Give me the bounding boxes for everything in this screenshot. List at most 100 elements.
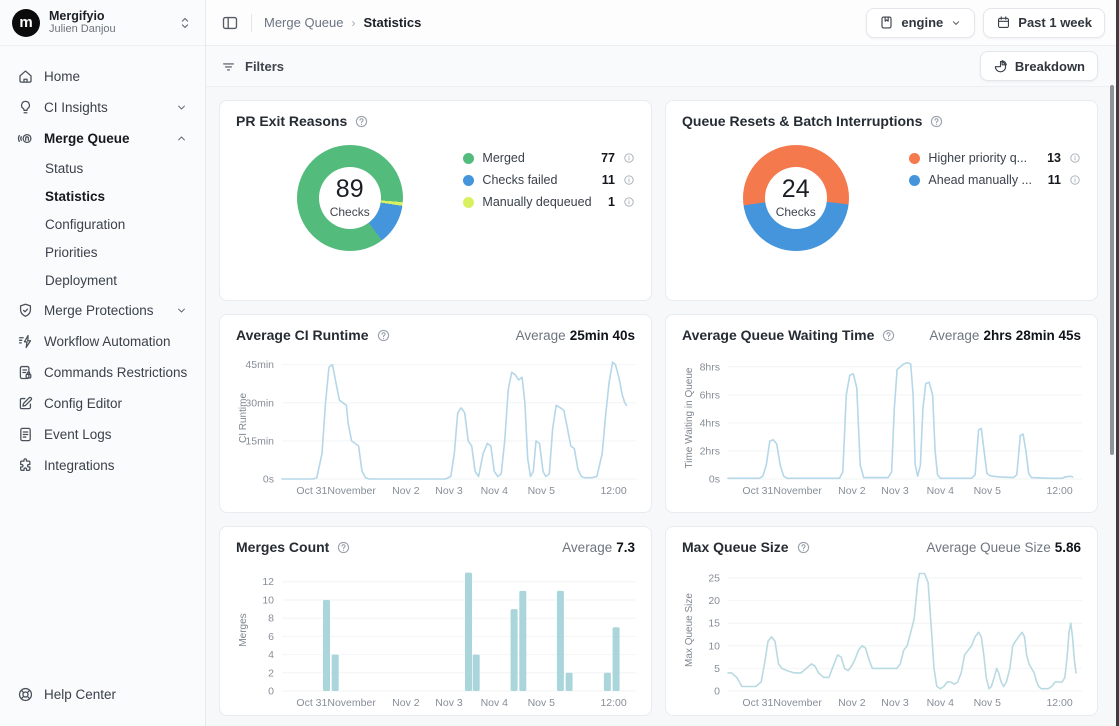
legend-value: 11 — [1048, 173, 1061, 187]
org-name: Mergifyio — [49, 9, 168, 23]
breadcrumb-separator-icon: › — [352, 16, 356, 30]
svg-text:12:00: 12:00 — [600, 697, 626, 709]
legend-label: Ahead manually ... — [928, 173, 1039, 187]
svg-text:15: 15 — [708, 618, 720, 630]
pencil-square-icon — [17, 395, 34, 412]
legend-label: Manually dequeued — [482, 195, 600, 209]
org-switcher[interactable]: m Mergifyio Julien Danjou — [0, 0, 205, 46]
breakdown-label: Breakdown — [1015, 59, 1085, 74]
info-circle-icon[interactable] — [623, 152, 635, 164]
svg-text:12:00: 12:00 — [1046, 485, 1072, 497]
sidebar-item-deployment[interactable]: Deployment — [10, 266, 195, 294]
svg-text:November: November — [773, 485, 822, 497]
breadcrumb: Merge Queue › Statistics — [264, 15, 421, 30]
svg-text:15min: 15min — [245, 435, 274, 447]
svg-text:Nov 5: Nov 5 — [528, 485, 556, 497]
filters-label: Filters — [245, 59, 284, 74]
sidebar-item-workflow-automation[interactable]: Workflow Automation — [10, 326, 195, 356]
card-title: PR Exit Reasons — [236, 113, 347, 129]
sidebar-item-commands-restrictions[interactable]: Commands Restrictions — [10, 357, 195, 387]
user-name: Julien Danjou — [49, 23, 168, 36]
svg-text:10: 10 — [262, 595, 274, 607]
sidebar-item-config-editor[interactable]: Config Editor — [10, 388, 195, 418]
svg-text:Time Waiting in Queue: Time Waiting in Queue — [684, 367, 695, 468]
help-circle-icon[interactable] — [796, 540, 811, 555]
svg-text:Oct 31: Oct 31 — [296, 697, 327, 709]
date-range-label: Past 1 week — [1018, 15, 1092, 30]
breadcrumb-parent[interactable]: Merge Queue — [264, 15, 344, 30]
date-range-button[interactable]: Past 1 week — [983, 8, 1105, 38]
svg-text:12:00: 12:00 — [600, 485, 626, 497]
info-circle-icon[interactable] — [1069, 152, 1081, 164]
help-circle-icon[interactable] — [336, 540, 351, 555]
sidebar-item-configuration[interactable]: Configuration — [10, 210, 195, 238]
svg-text:4: 4 — [268, 649, 274, 661]
card-title: Average Queue Waiting Time — [682, 327, 874, 343]
card-avg-ci-runtime: Average CI Runtime Average25min 40s 0s15… — [219, 314, 652, 513]
sidebar-item-merge-queue[interactable]: Merge Queue — [10, 123, 195, 153]
breadcrumb-current: Statistics — [364, 15, 422, 30]
sidebar-item-help-center[interactable]: Help Center — [10, 679, 196, 709]
updown-chevron-icon — [177, 15, 193, 31]
donut-center-label: Checks — [330, 205, 370, 219]
document-text-icon — [17, 426, 34, 443]
info-circle-icon[interactable] — [1069, 174, 1081, 186]
svg-text:2hrs: 2hrs — [700, 446, 720, 458]
lightbulb-icon — [17, 99, 34, 116]
filters-button[interactable]: Filters — [221, 59, 284, 74]
help-circle-icon[interactable] — [376, 328, 391, 343]
svg-text:Oct 31: Oct 31 — [742, 697, 773, 709]
sidebar-nav: Home CI Insights Merge QueueStatusStatisti… — [0, 46, 205, 480]
svg-text:5: 5 — [714, 663, 720, 675]
svg-text:Nov 2: Nov 2 — [392, 485, 420, 497]
chevron-up-icon — [175, 132, 188, 145]
sidebar-item-event-logs[interactable]: Event Logs — [10, 419, 195, 449]
card-avg-queue-waiting-time: Average Queue Waiting Time Average2hrs 2… — [665, 314, 1098, 513]
sidebar-item-ci-insights[interactable]: CI Insights — [10, 92, 195, 122]
scrollbar-thumb[interactable] — [1110, 85, 1114, 455]
sidebar-item-home[interactable]: Home — [10, 61, 195, 91]
legend-dot-icon — [463, 175, 474, 186]
info-circle-icon[interactable] — [623, 196, 635, 208]
svg-text:Nov 5: Nov 5 — [528, 697, 556, 709]
legend-item-ahead-manually-[interactable]: Ahead manually ... 11 — [909, 173, 1081, 187]
top-header: Merge Queue › Statistics engine Past 1 w… — [206, 0, 1119, 46]
svg-text:8hrs: 8hrs — [700, 361, 720, 373]
help-circle-icon[interactable] — [354, 114, 369, 129]
svg-text:Nov 5: Nov 5 — [974, 697, 1002, 709]
merge-queue-icon — [17, 130, 34, 147]
svg-text:8: 8 — [268, 613, 274, 625]
card-stat: Average7.3 — [562, 540, 635, 555]
repo-selector-button[interactable]: engine — [866, 8, 975, 38]
sidebar-item-integrations[interactable]: Integrations — [10, 450, 195, 480]
chevron-down-icon — [175, 304, 188, 317]
queue-resets-donut-chart: 24 Checks — [743, 145, 849, 251]
card-pr-exit-reasons: PR Exit Reasons 89 Checks Merged77Checks… — [219, 100, 652, 301]
content: PR Exit Reasons 89 Checks Merged77Checks… — [206, 87, 1119, 726]
sidebar-toggle-icon[interactable] — [221, 14, 239, 32]
help-circle-icon[interactable] — [881, 328, 896, 343]
card-title: Queue Resets & Batch Interruptions — [682, 113, 922, 129]
svg-text:4hrs: 4hrs — [700, 417, 720, 429]
sidebar-item-label: CI Insights — [44, 100, 108, 115]
sidebar-item-statistics[interactable]: Statistics — [10, 182, 195, 210]
help-circle-icon[interactable] — [929, 114, 944, 129]
sidebar-item-status[interactable]: Status — [10, 154, 195, 182]
legend-item-merged[interactable]: Merged77 — [463, 151, 635, 165]
zap-icon — [17, 333, 34, 350]
legend-item-checks-failed[interactable]: Checks failed11 — [463, 173, 635, 187]
legend-value: 77 — [601, 151, 615, 165]
info-circle-icon[interactable] — [623, 174, 635, 186]
sidebar-item-merge-protections[interactable]: Merge Protections — [10, 295, 195, 325]
legend-item-higher-priority-q-[interactable]: Higher priority q...13 — [909, 151, 1081, 165]
mergify-logo: m — [12, 9, 40, 37]
svg-text:0: 0 — [268, 686, 274, 698]
card-stat: Average Queue Size5.86 — [926, 540, 1081, 555]
help-center-label: Help Center — [44, 687, 116, 702]
legend-item-manually-dequeued[interactable]: Manually dequeued1 — [463, 195, 635, 209]
svg-text:10: 10 — [708, 640, 720, 652]
breakdown-button[interactable]: Breakdown — [980, 51, 1098, 81]
svg-text:Max Queue Size: Max Queue Size — [684, 593, 695, 667]
sidebar-item-priorities[interactable]: Priorities — [10, 238, 195, 266]
svg-text:45min: 45min — [245, 359, 274, 371]
